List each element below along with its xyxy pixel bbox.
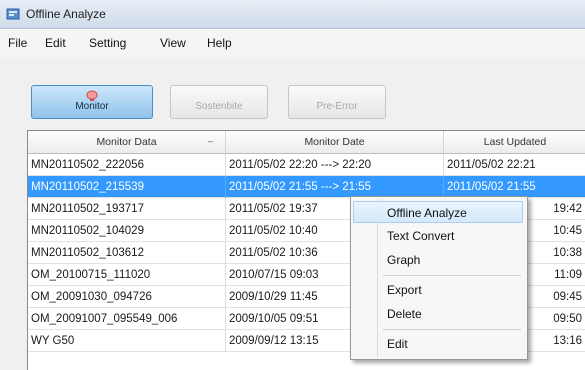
cell-last-updated: 2011/05/02 22:21 (447, 159, 536, 171)
context-menu: Offline Analyze Text Convert Graph Expor… (350, 196, 528, 360)
cell-last-updated: 2011/05/02 21:55 (447, 181, 536, 193)
sostenbite-button[interactable]: Sostenbite (170, 85, 268, 119)
context-menu-offline-analyze[interactable]: Offline Analyze (353, 201, 523, 223)
column-header-last-updated[interactable]: Last Updated (444, 131, 585, 153)
cell-monitor-data: OM_20100715_111020 (28, 264, 226, 286)
menu-view[interactable]: View (160, 36, 186, 50)
table-header: Monitor Data – Monitor Date Last Updated (28, 131, 585, 154)
context-menu-delete[interactable]: Delete (353, 303, 523, 325)
cell-monitor-data: MN20110502_215539 (28, 176, 226, 198)
cell-monitor-data: OM_20091007_095549_006 (28, 308, 226, 330)
menu-help[interactable]: Help (207, 36, 232, 50)
monitor-button[interactable]: Monitor (31, 85, 153, 119)
window-title: Offline Analyze (26, 7, 106, 21)
sostenbite-button-label: Sostenbite (195, 101, 243, 112)
context-menu-graph[interactable]: Graph (353, 249, 523, 271)
menu-setting[interactable]: Setting (89, 36, 126, 50)
column-header-monitor-data[interactable]: Monitor Data (28, 131, 226, 153)
column-header-monitor-date[interactable]: Monitor Date (226, 131, 444, 153)
pre-error-button-label: Pre-Error (316, 101, 358, 112)
cell-monitor-date: 2011/05/02 21:55 ---> 21:55 (226, 176, 444, 198)
menu-file[interactable]: File (8, 36, 27, 50)
toolbar: Monitor Sostenbite Pre-Error (0, 58, 585, 126)
cell-monitor-data: WY G50 (28, 330, 226, 352)
cell-monitor-data: MN20110502_104029 (28, 220, 226, 242)
table-row-selected[interactable]: MN20110502_215539 2011/05/02 21:55 ---> … (28, 176, 585, 198)
cell-monitor-data: MN20110502_222056 (28, 154, 226, 176)
cell-monitor-data: OM_20091030_094726 (28, 286, 226, 308)
monitor-button-label: Monitor (75, 101, 109, 112)
context-menu-separator (383, 275, 521, 276)
menu-bar: File Edit Setting View Help (0, 29, 585, 57)
context-menu-edit[interactable]: Edit (353, 333, 523, 355)
pre-error-button[interactable]: Pre-Error (288, 85, 386, 119)
app-icon (6, 8, 20, 20)
cell-monitor-data: MN20110502_193717 (28, 198, 226, 220)
context-menu-separator (383, 329, 521, 330)
sort-ascending-icon: – (208, 136, 214, 146)
cell-monitor-date: 2011/05/02 22:20 ---> 22:20 (226, 154, 444, 176)
title-bar: Offline Analyze (0, 0, 585, 29)
table-row[interactable]: MN20110502_222056 2011/05/02 22:20 ---> … (28, 154, 585, 176)
cell-monitor-data: MN20110502_103612 (28, 242, 226, 264)
context-menu-export[interactable]: Export (353, 279, 523, 301)
context-menu-text-convert[interactable]: Text Convert (353, 225, 523, 247)
menu-edit[interactable]: Edit (45, 36, 66, 50)
